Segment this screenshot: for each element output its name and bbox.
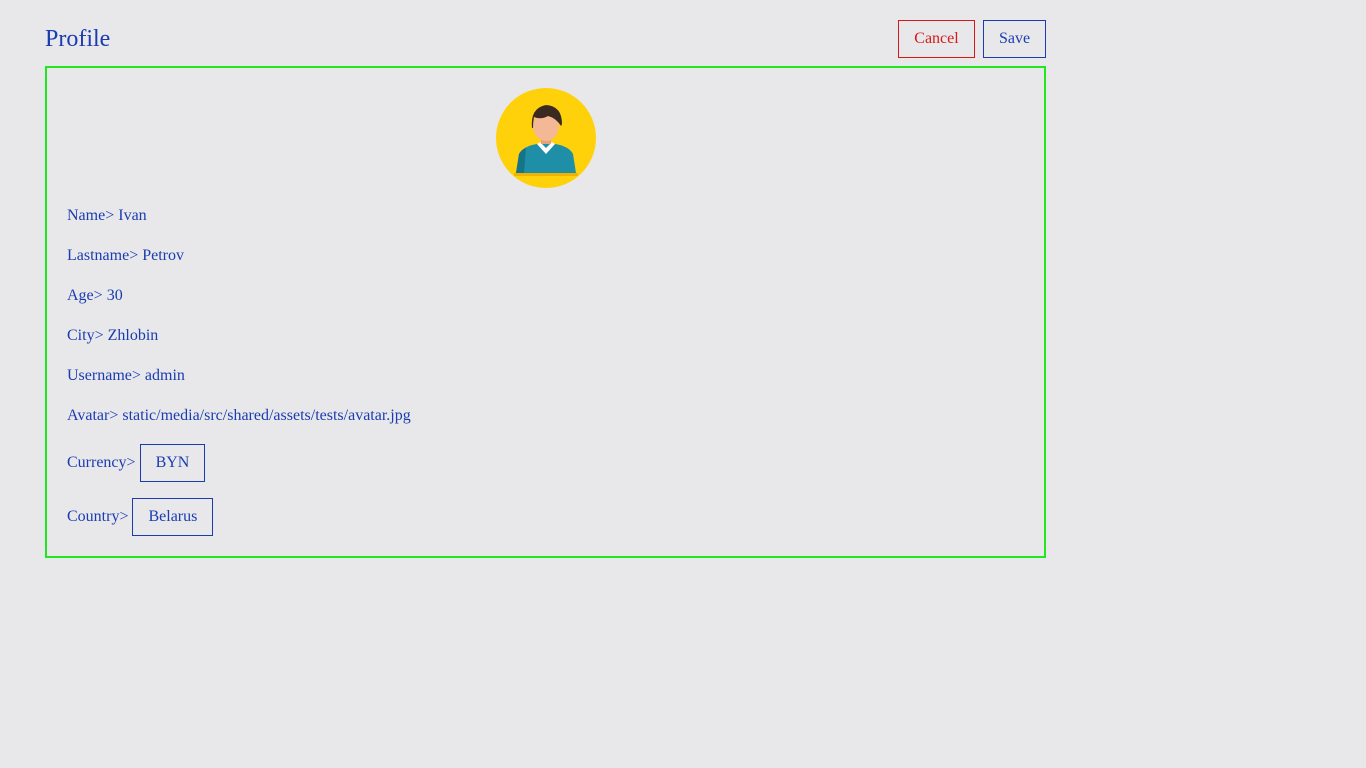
country-select[interactable]: Belarus <box>132 498 214 536</box>
lastname-value: Petrov <box>142 247 184 264</box>
name-label: Name> <box>67 207 115 224</box>
currency-row: Currency> BYN <box>67 444 206 482</box>
city-value: Zhlobin <box>107 327 159 344</box>
avatar-value: static/media/src/shared/assets/tests/ava… <box>122 407 411 424</box>
avatar-label: Avatar> <box>67 407 119 424</box>
currency-select[interactable]: BYN <box>139 444 206 482</box>
save-button[interactable]: Save <box>983 20 1046 58</box>
name-value: Ivan <box>118 207 147 224</box>
age-label: Age> <box>67 287 103 304</box>
avatar-row: Avatar> static/media/src/shared/assets/te… <box>67 406 411 426</box>
country-label: Country> <box>67 508 129 525</box>
age-value: 30 <box>106 287 123 304</box>
city-row: City> Zhlobin <box>67 326 158 346</box>
age-row: Age> 30 <box>67 286 123 306</box>
lastname-row: Lastname> Petrov <box>67 246 184 266</box>
city-label: City> <box>67 327 104 344</box>
username-row: Username> admin <box>67 366 185 386</box>
profile-card: Name> Ivan Lastname> Petrov Age> 30 City> Zh… <box>45 66 1046 558</box>
username-value: admin <box>144 367 185 384</box>
profile-page: Profile Cancel Save Name> Ivan Lastname>… <box>0 0 1366 768</box>
name-row: Name> Ivan <box>67 206 147 226</box>
user-avatar-icon <box>496 88 596 188</box>
username-label: Username> <box>67 367 141 384</box>
cancel-button[interactable]: Cancel <box>898 20 975 58</box>
currency-label: Currency> <box>67 454 136 471</box>
country-row: Country> Belarus <box>67 498 214 536</box>
profile-header: Profile Cancel Save <box>45 20 1046 58</box>
page-title: Profile <box>45 26 111 52</box>
lastname-label: Lastname> <box>67 247 139 264</box>
